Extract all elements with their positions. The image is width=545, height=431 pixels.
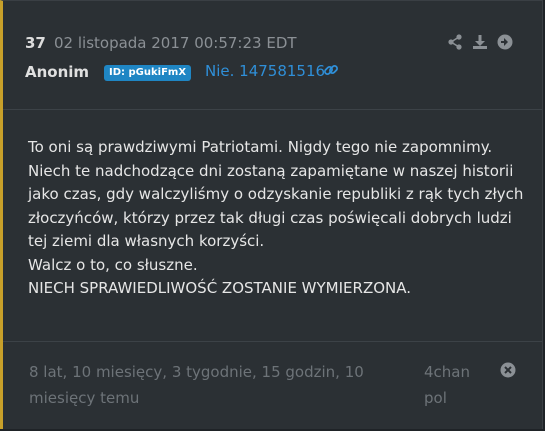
share-icon[interactable] <box>447 34 463 50</box>
post-age: 8 lat, 10 miesięcy, 3 tygodnie, 15 godzi… <box>29 363 364 407</box>
post-line: NIECH SPRAWIEDLIWOŚĆ ZOSTANIE WYMIERZONA… <box>28 279 412 297</box>
post-source: 4chan pol <box>424 363 470 407</box>
post-reference-link[interactable]: Nie. 147581516 <box>205 62 325 80</box>
post-line: To oni są prawdziwymi Patriotami. Nigdy … <box>28 138 493 156</box>
post-card: 37 02 listopada 2017 00:57:23 EDT Anonim… <box>0 0 543 429</box>
post-body: To oni są prawdziwymi Patriotami. Nigdy … <box>28 136 533 301</box>
post-footer: 8 lat, 10 miesięcy, 3 tygodnie, 15 godzi… <box>3 341 542 431</box>
post-date: 02 listopada 2017 00:57:23 EDT <box>54 34 297 52</box>
post-line: Niech te nadchodzące dni zostaną zapamię… <box>28 161 514 180</box>
post-line: złoczyńców, którzy przez tak długi czas … <box>28 208 512 227</box>
close-circle-icon[interactable] <box>500 362 516 378</box>
arrow-right-circle-icon[interactable] <box>497 34 513 50</box>
post-line: jako czas, gdy walczyliśmy o odzyskanie … <box>28 185 524 203</box>
post-line: tej ziemi dla własnych korzyści. <box>28 232 265 250</box>
post-line: Walcz o to, co słuszne. <box>28 255 198 274</box>
post-header: 37 02 listopada 2017 00:57:23 EDT Anonim… <box>3 1 542 110</box>
poster-id-badge[interactable]: ID: pGukiFmX <box>104 65 192 81</box>
download-icon[interactable] <box>472 34 488 50</box>
link-icon[interactable] <box>323 62 339 78</box>
author-name: Anonim <box>25 63 90 81</box>
post-number: 37 <box>25 34 46 52</box>
